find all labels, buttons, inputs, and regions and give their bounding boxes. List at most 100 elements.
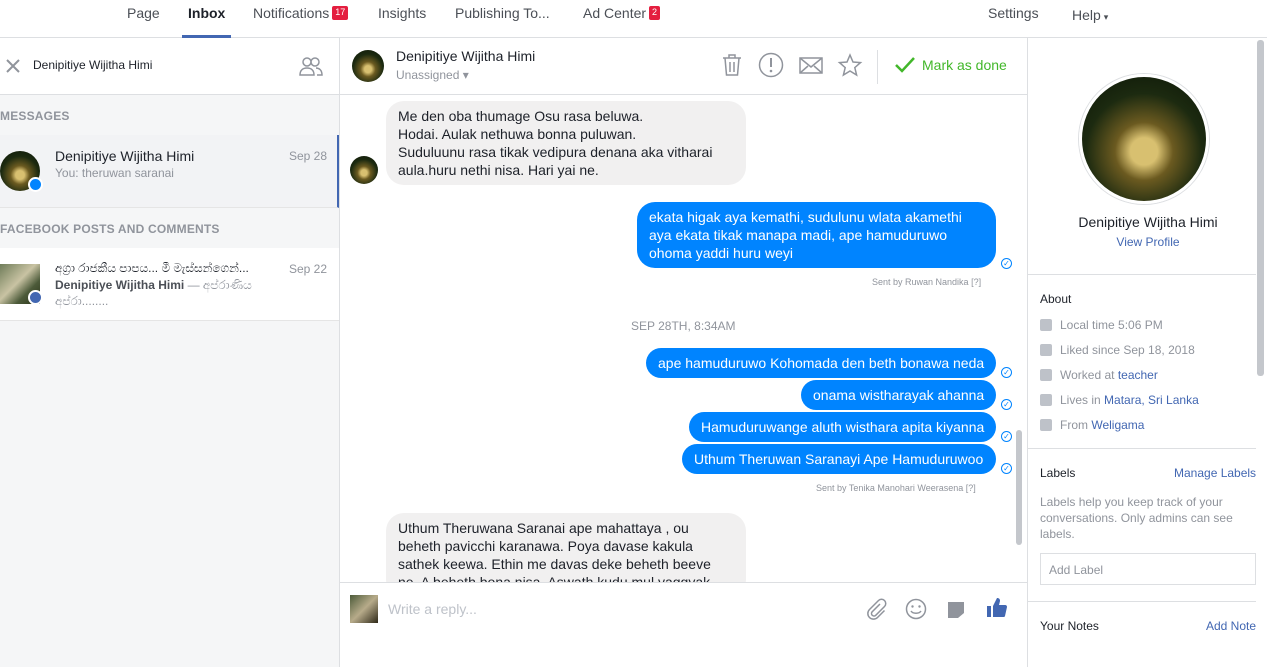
labels-help-line: labels. (1040, 527, 1075, 541)
post-author: Denipitiye Wijitha Himi (55, 278, 185, 292)
details-scrollbar[interactable] (1257, 40, 1264, 376)
thumbs-up-icon (1040, 344, 1052, 356)
close-icon[interactable] (5, 58, 21, 74)
seen-check-icon: ✓ (1001, 431, 1012, 442)
message-thread: Me den oba thumage Osu rasa beluwa. Hoda… (340, 95, 1027, 582)
conversation-title: Denipitiye Wijitha Himi (396, 48, 536, 64)
thread-date: Sep 22 (289, 262, 328, 276)
labels-help-line: Labels help you keep track of your (1040, 495, 1223, 509)
from-link[interactable]: Weligama (1091, 418, 1144, 432)
ad-center-badge: 2 (649, 6, 661, 20)
messenger-icon (28, 177, 43, 192)
facebook-icon (28, 290, 43, 305)
search-bar: Denipitiye Wijitha Himi (0, 38, 339, 95)
message-line: ne. A beheth bona nisa. Aswath kudu mul … (398, 574, 711, 582)
clock-icon (1040, 319, 1052, 331)
sticker-icon[interactable] (946, 600, 966, 620)
check-icon (895, 57, 915, 73)
reply-composer: Write a reply... (340, 582, 1027, 667)
paperclip-icon[interactable] (864, 597, 888, 621)
trash-icon[interactable] (719, 52, 745, 78)
lives-in-link[interactable]: Matara, Sri Lanka (1104, 393, 1199, 407)
contact-details-panel: Denipitiye Wijitha Himi View Profile Abo… (1027, 38, 1267, 667)
message-line: aya ekata tikak manapa madi, ape hamudur… (649, 227, 948, 243)
tab-page[interactable]: Page (127, 0, 160, 38)
labels-header: Labels (1040, 466, 1076, 480)
caret-down-icon: ▾ (462, 68, 469, 82)
seen-check-icon: ✓ (1001, 399, 1012, 410)
worked-at-link[interactable]: teacher (1118, 368, 1158, 382)
thread-item[interactable]: Denipitiye Wijitha Himi Sep 28 You: ther… (0, 135, 339, 208)
conversation-panel: Denipitiye Wijitha Himi Unassigned ▾ Mar… (340, 38, 1027, 667)
assignee-dropdown[interactable]: Unassigned ▾ (396, 68, 469, 82)
tab-settings[interactable]: Settings (988, 0, 1039, 38)
notifications-badge: 17 (332, 6, 349, 20)
conversation-header: Denipitiye Wijitha Himi Unassigned ▾ Mar… (340, 38, 1027, 95)
mark-as-done-button[interactable]: Mark as done (894, 56, 1007, 74)
search-input[interactable]: Denipitiye Wijitha Himi (33, 58, 152, 72)
tab-publishing-label: Publishing To... (455, 5, 550, 21)
tab-notifications[interactable]: Notifications 17 (253, 0, 349, 38)
add-label-input[interactable]: Add Label (1040, 553, 1256, 585)
local-time-row: Local time 5:06 PM (1040, 318, 1163, 332)
seen-check-icon: ✓ (1001, 367, 1012, 378)
thread-snippet: — අප්රාණිය (184, 278, 252, 292)
thumbs-up-icon[interactable] (985, 596, 1007, 618)
sent-by-help[interactable]: [?] (971, 277, 981, 287)
messages-section-header: MESSAGES (0, 109, 70, 123)
message-line: Me den oba thumage Osu rasa beluwa. (398, 108, 644, 124)
mark-as-done-label: Mark as done (922, 57, 1007, 73)
message-line: Uthum Theruwana Saranai ape mahattaya , … (398, 520, 689, 536)
sent-by-label: Sent by Tenika Manohari Weerasena [?] (816, 483, 976, 493)
local-time: Local time 5:06 PM (1060, 318, 1163, 332)
assignee-label: Unassigned (396, 68, 460, 82)
thread-item[interactable]: අග්‍රා රාජකීය පාපය... මී මැස්සන්ගෙන්... … (0, 248, 339, 321)
seen-check-icon: ✓ (1001, 463, 1012, 474)
thread-name: Denipitiye Wijitha Himi (55, 148, 195, 164)
tab-publishing-tools[interactable]: Publishing To... (455, 0, 550, 38)
sent-by-text: Sent by Tenika Manohari Weerasena (816, 483, 964, 493)
sent-by-text: Sent by Ruwan Nandika (872, 277, 969, 287)
help-menu[interactable]: Help ▾ (1072, 2, 1108, 40)
conversation-list-panel: Denipitiye Wijitha Himi MESSAGES Denipit… (0, 38, 340, 667)
thread-date: Sep 28 (289, 149, 328, 163)
outgoing-message: ekata higak aya kemathi, sudulunu wlata … (637, 202, 996, 268)
labels-help-line: conversations. Only admins can see (1040, 511, 1233, 525)
sent-by-help[interactable]: [?] (966, 483, 976, 493)
outgoing-message: Uthum Theruwan Saranayi Ape Hamuduruwoo (682, 444, 996, 474)
avatar (350, 156, 378, 184)
tab-ad-center[interactable]: Ad Center 2 (583, 0, 661, 38)
tab-insights[interactable]: Insights (378, 0, 426, 38)
labels-help-text: Labels help you keep track of your conve… (1040, 494, 1233, 542)
add-note-link[interactable]: Add Note (1206, 619, 1256, 633)
reply-input[interactable]: Write a reply... (388, 601, 828, 617)
manage-labels-link[interactable]: Manage Labels (1174, 466, 1256, 480)
outgoing-message: ape hamuduruwo Kohomada den beth bonawa … (646, 348, 996, 378)
message-line: ekata higak aya kemathi, sudulunu wlata … (649, 209, 962, 225)
view-profile-link[interactable]: View Profile (1028, 235, 1267, 249)
briefcase-icon (1040, 369, 1052, 381)
tab-ad-center-label: Ad Center (583, 5, 647, 21)
liked-since-row: Liked since Sep 18, 2018 (1040, 343, 1195, 357)
worked-at-prefix: Worked at (1060, 368, 1118, 382)
timestamp-divider: SEP 28TH, 8:34AM (631, 319, 736, 333)
message-line: beheth pavicchi karanawa. Poya davase ka… (398, 538, 693, 554)
tab-inbox[interactable]: Inbox (182, 0, 232, 38)
from-row: From Weligama (1040, 418, 1144, 432)
message-line: Hodai. Aulak nethuwa bonna puluwan. (398, 126, 637, 142)
worked-at-row: Worked at teacher (1040, 368, 1158, 382)
smiley-icon[interactable] (905, 598, 927, 620)
message-scrollbar[interactable] (1016, 430, 1022, 545)
tab-insights-label: Insights (378, 5, 427, 21)
exclamation-icon[interactable] (758, 52, 784, 78)
message-line: ohoma yaddi huru weyi (649, 245, 793, 261)
lives-in-prefix: Lives in (1060, 393, 1105, 407)
mail-icon[interactable] (798, 52, 824, 78)
caret-down-icon: ▾ (1103, 12, 1109, 22)
outgoing-message: onama wistharayak ahanna (801, 380, 996, 410)
people-icon[interactable] (298, 55, 324, 77)
posts-section-header: FACEBOOK POSTS AND COMMENTS (0, 222, 220, 236)
profile-picture (1079, 74, 1209, 204)
tab-page-label: Page (127, 5, 160, 21)
star-icon[interactable] (837, 52, 863, 78)
